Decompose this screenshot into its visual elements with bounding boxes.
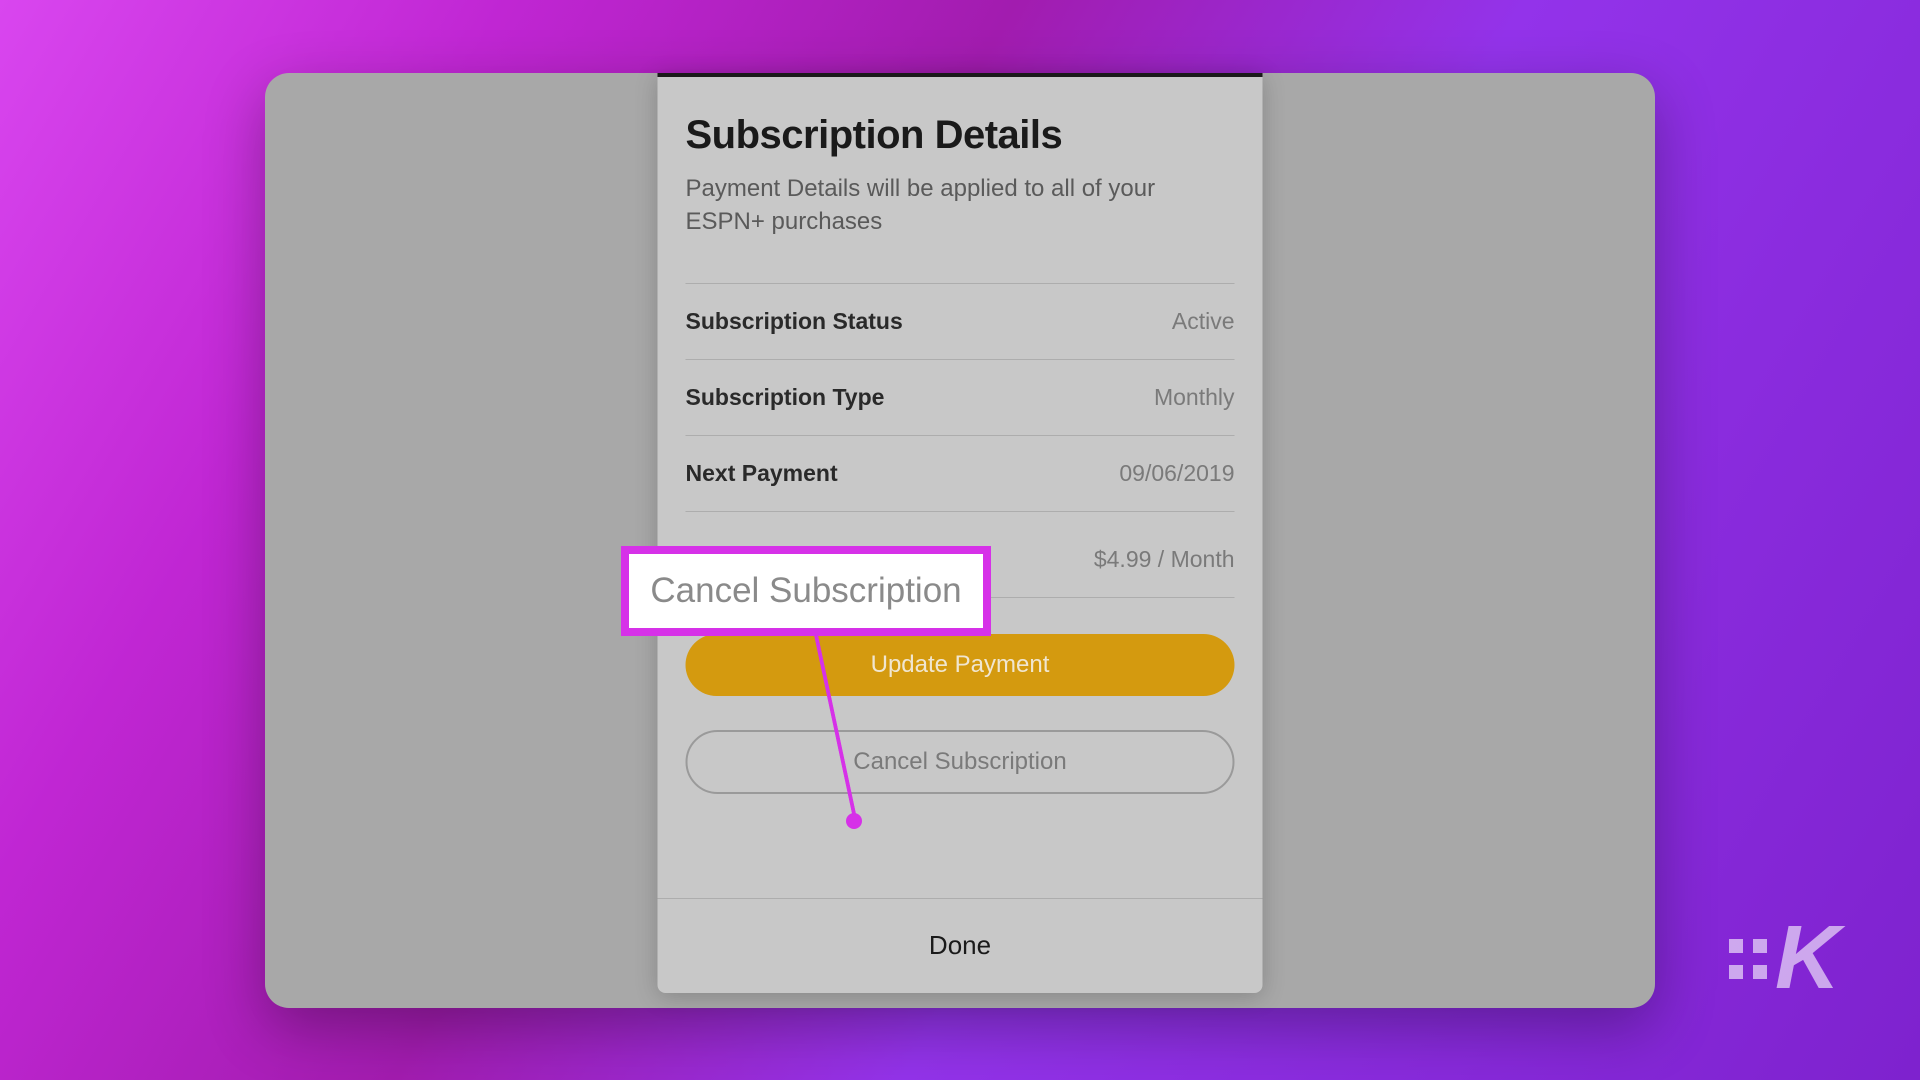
subscription-type-label: Subscription Type [686, 384, 885, 411]
annotation-dot [846, 813, 862, 829]
logo-dots-icon [1729, 939, 1767, 979]
subscription-status-value: Active [1172, 308, 1235, 335]
screenshot-frame: Subscription Details Payment Details wil… [265, 73, 1655, 1008]
logo-letter: K [1775, 907, 1840, 1010]
annotation-callout: Cancel Subscription [621, 546, 991, 636]
subscription-status-row: Subscription Status Active [686, 283, 1235, 359]
next-payment-row: Next Payment 09/06/2019 [686, 435, 1235, 511]
subscription-details-modal: Subscription Details Payment Details wil… [658, 73, 1263, 993]
watermark-logo: K [1729, 907, 1840, 1010]
modal-footer: Done [658, 898, 1263, 993]
next-payment-value: 09/06/2019 [1119, 460, 1234, 487]
modal-subtitle: Payment Details will be applied to all o… [686, 172, 1235, 239]
done-button[interactable]: Done [929, 930, 991, 961]
price-value: $4.99 / Month [1094, 546, 1235, 573]
modal-title: Subscription Details [686, 113, 1235, 158]
next-payment-label: Next Payment [686, 460, 838, 487]
update-payment-button[interactable]: Update Payment [686, 634, 1235, 696]
subscription-type-value: Monthly [1154, 384, 1235, 411]
cancel-subscription-button[interactable]: Cancel Subscription [686, 730, 1235, 794]
annotation-callout-text: Cancel Subscription [650, 571, 961, 611]
subscription-type-row: Subscription Type Monthly [686, 359, 1235, 435]
modal-body: Subscription Details Payment Details wil… [658, 77, 1263, 794]
subscription-status-label: Subscription Status [686, 308, 903, 335]
